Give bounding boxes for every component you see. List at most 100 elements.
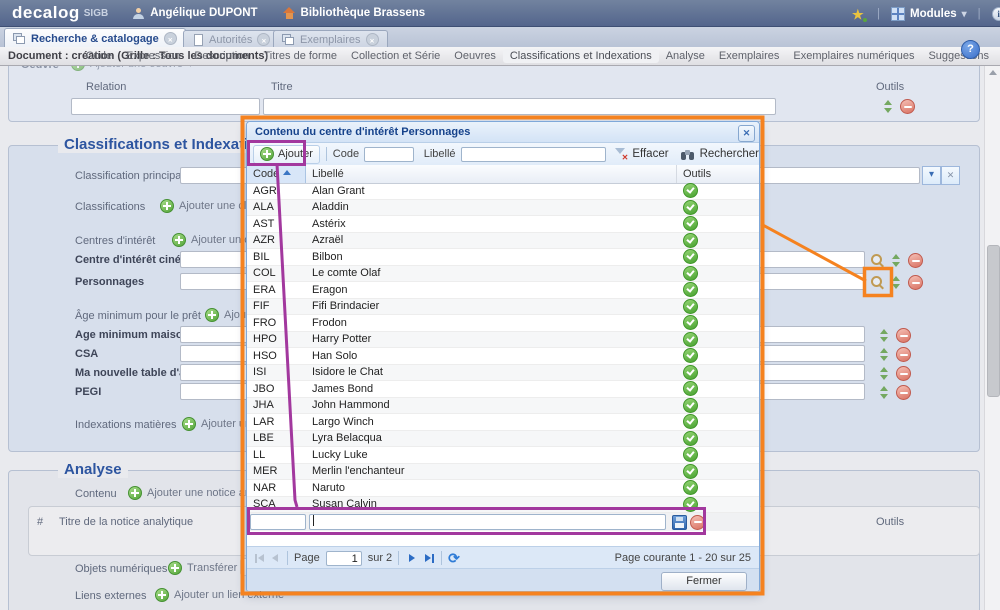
validate-icon[interactable] [683, 216, 698, 231]
reorder-icon[interactable] [880, 386, 889, 399]
table-row[interactable]: AGRAlan Grant [247, 183, 759, 200]
dropdown-button[interactable] [922, 166, 941, 185]
column-header-libelle[interactable]: Libellé [306, 165, 677, 183]
validate-icon[interactable] [683, 497, 698, 512]
close-tab-icon[interactable] [366, 33, 379, 46]
remove-icon[interactable] [908, 253, 923, 268]
remove-icon[interactable] [896, 385, 911, 400]
nav-item[interactable]: Description [187, 49, 256, 63]
code-filter-input[interactable] [364, 147, 414, 162]
last-page-button[interactable] [422, 552, 435, 565]
validate-icon[interactable] [683, 480, 698, 495]
scrollbar-thumb[interactable] [987, 245, 1000, 397]
reorder-icon[interactable] [880, 329, 889, 342]
table-row[interactable]: SCASusan Calvin [247, 497, 759, 514]
nav-item[interactable]: Code [79, 49, 119, 63]
remove-icon[interactable] [896, 328, 911, 343]
libelle-filter-input[interactable] [461, 147, 607, 162]
validate-icon[interactable] [683, 315, 698, 330]
first-page-button[interactable] [253, 552, 266, 565]
table-row[interactable]: LBELyra Belacqua [247, 431, 759, 448]
table-row[interactable]: JHAJohn Hammond [247, 398, 759, 415]
validate-icon[interactable] [683, 299, 698, 314]
table-row[interactable]: NARNaruto [247, 480, 759, 497]
table-row[interactable]: ISIIsidore le Chat [247, 365, 759, 382]
table-row[interactable]: ALAAladdin [247, 200, 759, 217]
close-tab-icon[interactable] [257, 33, 270, 46]
modules-menu[interactable]: Modules [910, 8, 957, 20]
tab-autorites[interactable]: Autorités [183, 30, 279, 48]
new-libelle-input[interactable] [309, 514, 666, 530]
validate-icon[interactable] [683, 398, 698, 413]
table-row[interactable]: JBOJames Bond [247, 381, 759, 398]
new-code-input[interactable] [250, 514, 306, 530]
favorites-icon[interactable] [852, 8, 866, 21]
next-page-button[interactable] [405, 552, 418, 565]
validate-icon[interactable] [683, 200, 698, 215]
nav-item[interactable]: Expression [119, 49, 187, 63]
scroll-up-arrow[interactable] [989, 70, 997, 75]
nav-item[interactable]: Exemplaires [712, 49, 787, 63]
cancel-icon[interactable] [690, 515, 705, 530]
tab-exemplaires[interactable]: Exemplaires [273, 30, 388, 48]
validate-icon[interactable] [683, 365, 698, 380]
page-number-input[interactable]: 1 [326, 551, 362, 566]
reorder-icon[interactable] [892, 276, 901, 289]
ajouter-button[interactable]: Ajouter [253, 145, 320, 164]
table-row[interactable]: BILBilbon [247, 249, 759, 266]
validate-icon[interactable] [683, 431, 698, 446]
table-row[interactable]: AZRAzraël [247, 233, 759, 250]
save-icon[interactable] [672, 515, 687, 530]
fermer-button[interactable]: Fermer [661, 572, 747, 591]
table-row[interactable]: MERMerlin l'enchanteur [247, 464, 759, 481]
validate-icon[interactable] [683, 447, 698, 462]
nav-item[interactable]: Analyse [659, 49, 712, 63]
current-user[interactable]: Angélique DUPONT [133, 7, 257, 19]
remove-icon[interactable] [896, 366, 911, 381]
remove-icon[interactable] [896, 347, 911, 362]
column-header-outils[interactable]: Outils [677, 165, 757, 183]
current-library[interactable]: Bibliothèque Brassens [283, 7, 426, 19]
vertical-scrollbar[interactable] [984, 65, 1000, 610]
validate-icon[interactable] [683, 464, 698, 479]
previous-page-button[interactable] [268, 552, 281, 565]
clear-selection-button[interactable] [941, 166, 960, 185]
rechercher-button[interactable]: Rechercher [681, 148, 759, 161]
validate-icon[interactable] [683, 348, 698, 363]
validate-icon[interactable] [683, 183, 698, 198]
table-row[interactable]: FROFrodon [247, 315, 759, 332]
reorder-icon[interactable] [884, 100, 893, 113]
table-row[interactable]: HPOHarry Potter [247, 332, 759, 349]
nav-item[interactable]: Oeuvres [447, 49, 503, 63]
help-button[interactable]: ? [961, 40, 980, 59]
refresh-icon[interactable] [448, 551, 462, 565]
table-row[interactable]: ASTAstérix [247, 216, 759, 233]
table-row[interactable]: LLLucky Luke [247, 447, 759, 464]
validate-icon[interactable] [683, 249, 698, 264]
table-row[interactable]: FIFFifi Brindacier [247, 299, 759, 316]
tab-recherche-catalogage[interactable]: Recherche & catalogage [4, 28, 186, 48]
nav-item[interactable]: Titres de forme [256, 49, 344, 63]
remove-icon[interactable] [908, 275, 923, 290]
close-dialog-icon[interactable] [738, 125, 755, 142]
titre-input[interactable] [263, 98, 776, 115]
reorder-icon[interactable] [880, 348, 889, 361]
reorder-icon[interactable] [880, 367, 889, 380]
remove-icon[interactable] [900, 99, 915, 114]
table-row[interactable]: HSOHan Solo [247, 348, 759, 365]
nav-item[interactable]: Exemplaires numériques [786, 49, 921, 63]
validate-icon[interactable] [683, 266, 698, 281]
table-row[interactable]: COLLe comte Olaf [247, 266, 759, 283]
effacer-button[interactable]: Effacer [614, 147, 668, 161]
close-tab-icon[interactable] [164, 32, 177, 45]
reorder-icon[interactable] [892, 254, 901, 267]
validate-icon[interactable] [683, 233, 698, 248]
validate-icon[interactable] [683, 381, 698, 396]
validate-icon[interactable] [683, 414, 698, 429]
nav-item[interactable]: Classifications et Indexations [503, 49, 659, 63]
relation-input[interactable] [71, 98, 260, 115]
search-icon[interactable] [871, 276, 885, 290]
table-row[interactable]: LARLargo Winch [247, 414, 759, 431]
nav-item[interactable]: Collection et Série [344, 49, 447, 63]
table-row[interactable]: ERAEragon [247, 282, 759, 299]
